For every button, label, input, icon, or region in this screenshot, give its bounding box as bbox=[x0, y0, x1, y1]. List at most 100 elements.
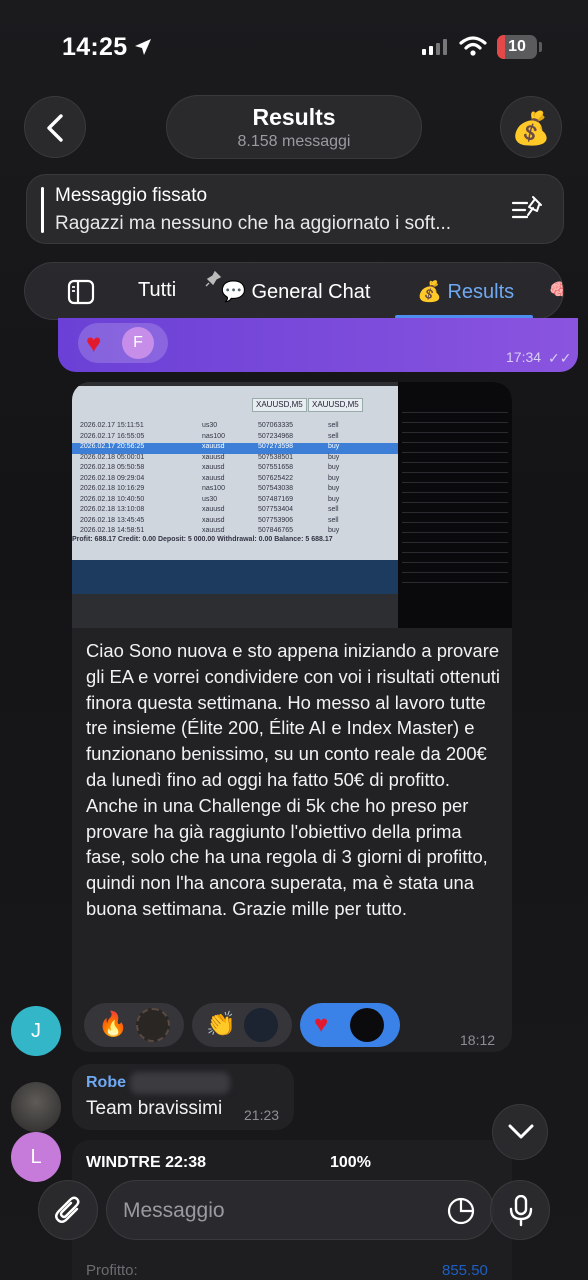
pin-icon bbox=[205, 271, 221, 287]
chart-tab: XAUUSD,M5 bbox=[252, 398, 307, 412]
sidebar-toggle-icon[interactable] bbox=[67, 279, 95, 305]
phone-row-divider bbox=[402, 482, 508, 483]
history-summary: Profit: 688.17 Credit: 0.00 Deposit: 5 0… bbox=[72, 536, 333, 543]
pinned-list-icon[interactable] bbox=[511, 195, 545, 225]
phone-row-divider bbox=[402, 432, 508, 433]
read-check-icon: ✓✓ bbox=[548, 350, 572, 366]
history-cell: 507063335 bbox=[258, 422, 294, 429]
history-cell: 2026.02.18 14:58:51 bbox=[80, 527, 145, 534]
sender-avatar[interactable]: J bbox=[11, 1006, 61, 1056]
history-cell: 2026.02.18 10:40:50 bbox=[80, 495, 145, 503]
history-cell: xauusd bbox=[202, 453, 225, 461]
voice-message-button[interactable] bbox=[490, 1180, 550, 1240]
back-button[interactable] bbox=[24, 96, 86, 158]
phone-row-divider bbox=[402, 412, 508, 413]
attach-button[interactable] bbox=[38, 1180, 98, 1240]
history-row: 2026.02.18 10:16:29 nas100 507543038 buy bbox=[72, 485, 398, 496]
message-time: 21:23 bbox=[244, 1107, 280, 1123]
chat-title: Results bbox=[252, 104, 336, 130]
photo-attachment[interactable]: XAUUSD,M5 XAUUSD,M5 2026.02.17 15:11:51 u… bbox=[72, 382, 512, 628]
paperclip-icon bbox=[55, 1196, 80, 1223]
history-cell: us30 bbox=[202, 422, 218, 429]
tab-more-icon[interactable]: 🧠 bbox=[549, 278, 563, 303]
history-cell: 507753906 bbox=[258, 516, 294, 524]
history-cell: 2026.02.18 09:29:04 bbox=[80, 474, 145, 482]
history-cell: sell bbox=[328, 516, 339, 524]
history-cell: 2026.02.17 15:11:51 bbox=[80, 422, 144, 429]
phone-row-divider bbox=[402, 452, 508, 453]
tab-general-chat[interactable]: 💬 General Chat bbox=[221, 279, 370, 304]
phone-row-divider bbox=[402, 562, 508, 563]
clap-icon: 👏 bbox=[206, 1011, 236, 1038]
history-cell: 507538501 bbox=[258, 453, 294, 461]
message-input[interactable] bbox=[123, 1191, 433, 1231]
chevron-left-icon bbox=[47, 114, 63, 142]
reaction-fire[interactable]: 🔥 bbox=[84, 1003, 184, 1047]
reactor-avatar bbox=[136, 1008, 170, 1042]
message-text: Ciao Sono nuova e sto appena iniziando a… bbox=[86, 640, 500, 919]
text-message[interactable]: Robe Team bravissimi 21:23 bbox=[72, 1064, 294, 1130]
tab-all[interactable]: Tutti bbox=[138, 279, 176, 302]
history-cell: 2026.02.18 13:10:08 bbox=[80, 506, 145, 513]
pinned-message[interactable]: Messaggio fissato Ragazzi ma nessuno che… bbox=[26, 174, 564, 244]
history-cell: 507551658 bbox=[258, 464, 294, 471]
topic-tabs: Tutti 💬 General Chat 💰 Results 🧠 bbox=[24, 262, 564, 320]
phone-row-divider bbox=[402, 542, 508, 543]
history-row: 2026.02.18 09:29:04 xauusd 507625422 buy bbox=[72, 475, 398, 486]
reaction-heart[interactable]: ♥ bbox=[300, 1003, 400, 1047]
history-row: 2026.02.17 20:56:25 xauusd 507273598 buy bbox=[72, 443, 398, 454]
history-row: 2026.02.18 13:45:45 xauusd 507753906 sell bbox=[72, 517, 398, 528]
photo-monitor: XAUUSD,M5 XAUUSD,M5 2026.02.17 15:11:51 u… bbox=[72, 382, 398, 628]
history-cell: xauusd bbox=[202, 474, 225, 482]
history-cell: 507846765 bbox=[258, 527, 294, 534]
tab-results[interactable]: 💰 Results bbox=[417, 279, 514, 304]
history-cell: buy bbox=[328, 495, 340, 503]
history-row: 2026.02.18 05:00:01 xauusd 507538501 buy bbox=[72, 454, 398, 465]
sender-avatar[interactable]: L bbox=[11, 1132, 61, 1182]
screenshot-profit-label: Profitto: bbox=[86, 1262, 138, 1279]
wifi-icon bbox=[459, 36, 487, 56]
reactor-avatar: F bbox=[122, 327, 154, 359]
history-cell: 2026.02.18 13:45:45 bbox=[80, 516, 145, 524]
history-cell: nas100 bbox=[202, 485, 225, 492]
history-cell: buy bbox=[328, 527, 340, 534]
status-time: 14:25 bbox=[62, 33, 128, 61]
sender-name: Robe bbox=[86, 1074, 126, 1091]
phone-row-divider bbox=[402, 462, 508, 463]
history-cell: xauusd bbox=[202, 464, 225, 471]
heart-icon: ♥ bbox=[86, 328, 102, 358]
group-avatar-button[interactable]: 💰 bbox=[500, 96, 562, 158]
message-composer bbox=[106, 1180, 494, 1240]
trading-terminal-window: XAUUSD,M5 XAUUSD,M5 2026.02.17 15:11:51 u… bbox=[72, 386, 398, 560]
chevron-down-icon bbox=[508, 1124, 534, 1139]
chat-title-pill[interactable]: Results 8.158 messaggi bbox=[166, 95, 422, 159]
pinned-text: Ragazzi ma nessuno che ha aggiornato i s… bbox=[55, 213, 452, 234]
battery-indicator: 10 bbox=[497, 35, 537, 59]
history-cell: 507625422 bbox=[258, 474, 294, 482]
screenshot-profit-value: 855.50 bbox=[442, 1262, 488, 1279]
history-cell: xauusd bbox=[202, 516, 225, 524]
history-cell: 507487169 bbox=[258, 495, 294, 503]
cellular-signal-icon bbox=[422, 39, 447, 55]
history-cell: buy bbox=[328, 485, 340, 492]
phone-row-divider bbox=[402, 472, 508, 473]
history-cell: 507543038 bbox=[258, 485, 294, 492]
history-cell: sell bbox=[328, 432, 339, 440]
reaction-heart-chip[interactable]: ♥ F bbox=[78, 323, 168, 363]
photo-message[interactable]: XAUUSD,M5 XAUUSD,M5 2026.02.17 15:11:51 u… bbox=[72, 382, 512, 1052]
money-bag-icon: 💰 bbox=[511, 110, 551, 146]
screenshot-status-left: WINDTRE 22:38 bbox=[86, 1154, 207, 1171]
sticker-icon[interactable] bbox=[447, 1197, 475, 1225]
scroll-down-button[interactable] bbox=[492, 1104, 548, 1160]
history-cell: sell bbox=[328, 422, 339, 429]
history-row: 2026.02.18 13:10:08 xauusd 507753404 sell bbox=[72, 506, 398, 517]
phone-row-divider bbox=[402, 582, 508, 583]
reactor-avatar bbox=[350, 1008, 384, 1042]
phone-row-divider bbox=[402, 532, 508, 533]
phone-row-divider bbox=[402, 492, 508, 493]
message-text: Team bravissimi bbox=[86, 1098, 223, 1119]
sender-avatar[interactable] bbox=[11, 1082, 61, 1132]
reaction-clap[interactable]: 👏 bbox=[192, 1003, 292, 1047]
history-cell: nas100 bbox=[202, 432, 225, 440]
location-arrow-icon bbox=[135, 39, 151, 55]
